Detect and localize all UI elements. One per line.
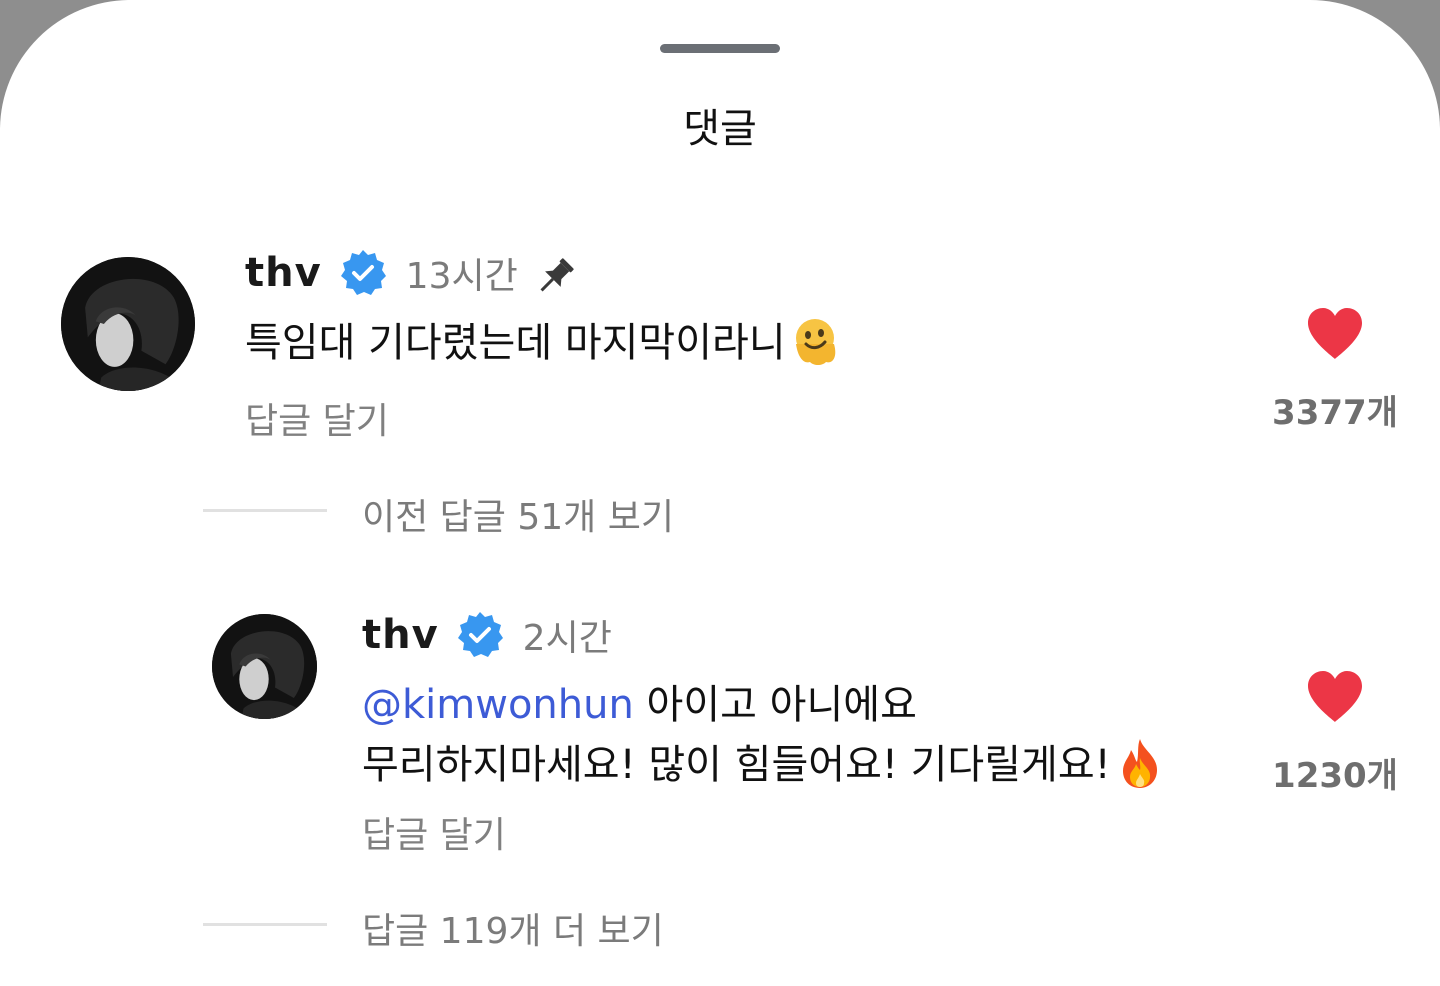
- sheet-title: 댓글: [683, 106, 757, 152]
- reply-text-line2: 무리하지마세요! 많이 힘들어요! 기다릴게요!: [362, 742, 1111, 788]
- username[interactable]: thv: [245, 250, 322, 296]
- pin-icon: [532, 254, 578, 300]
- verified-badge-icon: [455, 610, 505, 660]
- comment-body: 특임대 기다렸는데 마지막이라니: [245, 314, 842, 372]
- melting-face-icon: [788, 314, 842, 368]
- view-more-replies-button[interactable]: 답글 119개 더 보기: [362, 902, 664, 954]
- fire-icon: [1113, 736, 1167, 790]
- username[interactable]: thv: [362, 612, 439, 658]
- like-count: 1230개: [1272, 756, 1398, 796]
- heart-icon[interactable]: [1304, 305, 1366, 363]
- reply-text-line1: 아이고 아니에요: [633, 682, 917, 728]
- reply-button[interactable]: 답글 달기: [362, 806, 506, 858]
- like-count: 3377개: [1272, 393, 1398, 433]
- like-block: 3377개: [1265, 305, 1405, 434]
- verified-badge-icon: [338, 248, 388, 298]
- avatar[interactable]: [212, 614, 317, 719]
- thread-divider: [203, 509, 327, 512]
- reply-body: @kimwonhun 아이고 아니에요 무리하지마세요! 많이 힘들어요! 기다…: [362, 676, 1167, 794]
- view-previous-replies-button[interactable]: 이전 답글 51개 보기: [362, 488, 674, 540]
- comment-text: 특임대 기다렸는데 마지막이라니: [245, 320, 786, 366]
- mention-link[interactable]: @kimwonhun: [362, 682, 634, 728]
- comment-time: 13시간: [405, 256, 518, 297]
- like-block: 1230개: [1265, 668, 1405, 797]
- comments-sheet: 댓글 thv 13시간 특임대 기다렸는데 마지막이라니 답글 달기 3377개…: [0, 0, 1440, 986]
- heart-icon[interactable]: [1304, 668, 1366, 726]
- thread-divider: [203, 923, 327, 926]
- comment-header: thv 13시간: [245, 246, 578, 300]
- avatar-image: [212, 614, 317, 719]
- reply-time: 2시간: [522, 618, 612, 659]
- drag-handle[interactable]: [660, 44, 780, 53]
- reply-header: thv 2시간: [362, 609, 612, 661]
- reply-button[interactable]: 답글 달기: [245, 392, 389, 444]
- avatar-image: [61, 257, 195, 391]
- avatar[interactable]: [61, 257, 195, 391]
